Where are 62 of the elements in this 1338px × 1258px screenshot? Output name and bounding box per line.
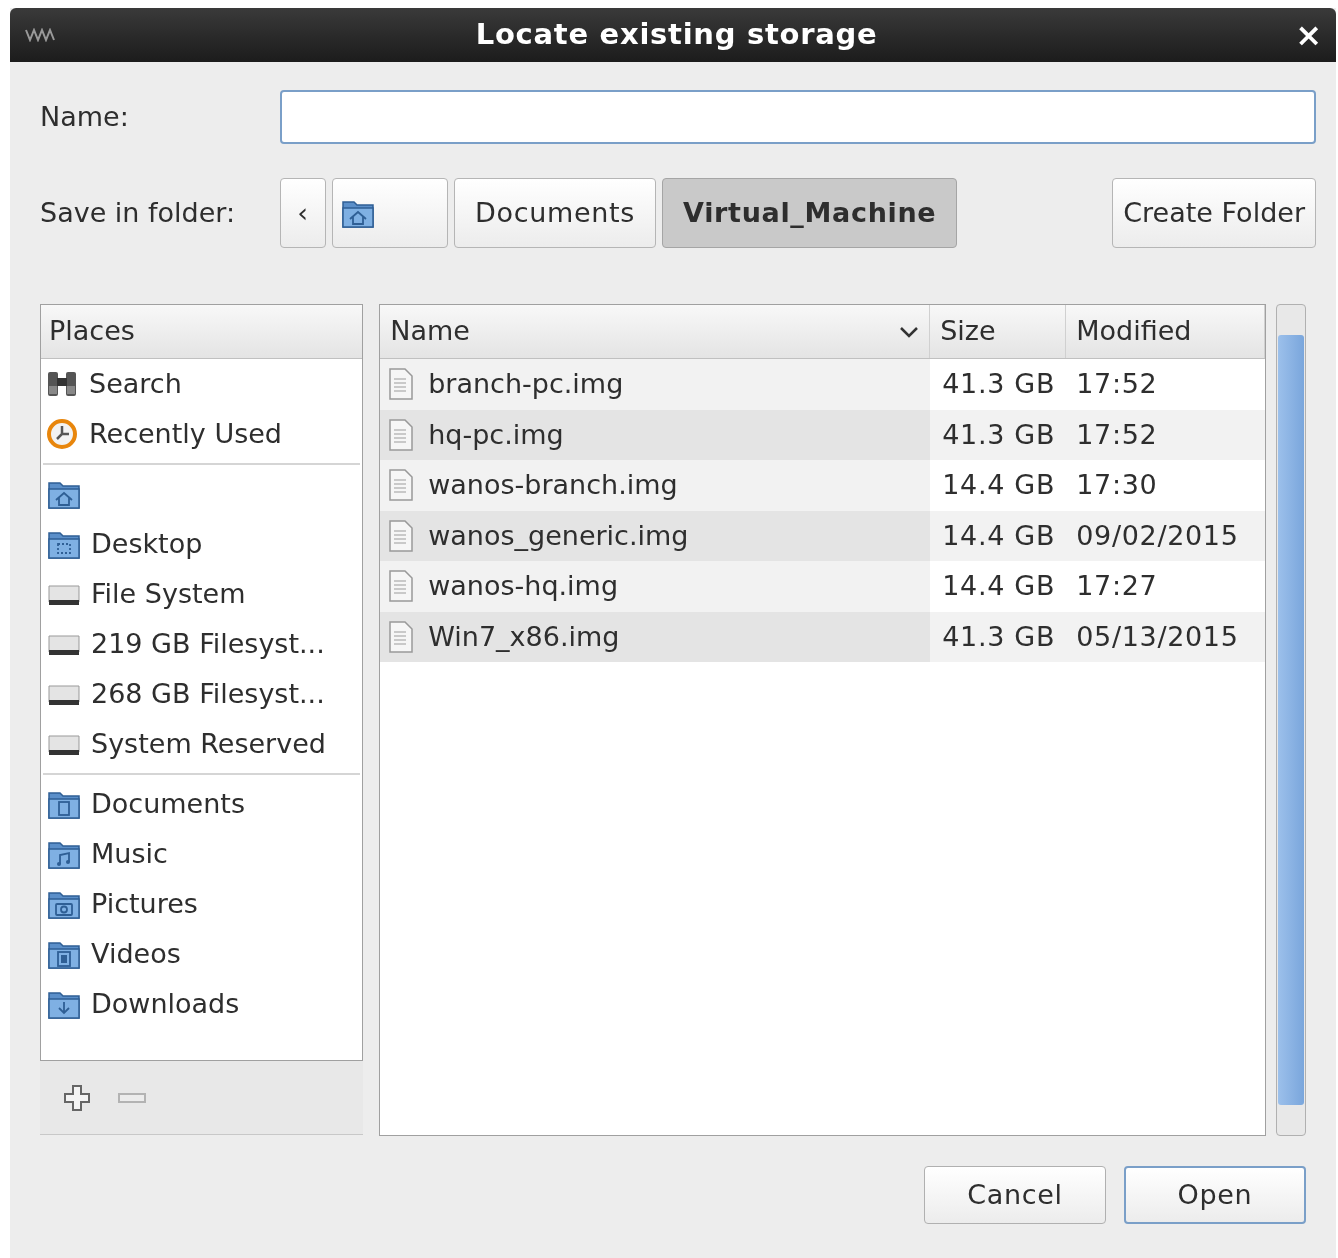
path-button[interactable]: Virtual_Machine <box>662 178 958 248</box>
file-size: 14.4 GB <box>941 569 1057 603</box>
app-icon <box>24 28 58 42</box>
file-size: 14.4 GB <box>941 518 1057 553</box>
places-header: Places <box>41 305 363 359</box>
file-icon <box>388 468 415 503</box>
save-in-folder-label: Save in folder: <box>40 195 237 230</box>
dialog-button[interactable]: Cancel <box>924 1166 1106 1224</box>
place-item[interactable]: Music <box>43 829 361 879</box>
place-item[interactable]: Documents <box>43 779 361 829</box>
place-item[interactable]: File System <box>43 569 361 619</box>
file-size: 41.3 GB <box>941 619 1057 654</box>
file-icon <box>388 569 415 604</box>
place-item[interactable]: Videos <box>43 929 361 979</box>
file-modified: 09/02/2015 <box>1075 518 1239 553</box>
file-modified: 05/13/2015 <box>1075 619 1239 654</box>
close-button[interactable]: × <box>1295 19 1322 51</box>
file-modified: 17:52 <box>1075 417 1158 452</box>
file-size: 14.4 GB <box>941 468 1057 502</box>
file-row[interactable]: wanos-hq.img 14.4 GB 17:27 <box>380 561 1266 612</box>
file-modified: 17:52 <box>1075 367 1158 401</box>
window-title: Locate existing storage <box>474 16 879 54</box>
column-header[interactable]: Modified <box>1066 305 1266 358</box>
column-header[interactable]: Name <box>380 305 931 358</box>
file-name: wanos-branch.img <box>428 468 678 502</box>
file-row[interactable]: Win7_x86.img 41.3 GB 05/13/2015 <box>380 611 1266 662</box>
place-item[interactable]: System Reserved <box>43 719 361 769</box>
column-header[interactable]: Size <box>930 305 1067 358</box>
place-item[interactable]: 219 GB Filesyst... <box>43 619 361 669</box>
file-row[interactable]: wanos-branch.img 14.4 GB 17:30 <box>380 460 1266 511</box>
place-item[interactable]: Pictures <box>43 879 361 929</box>
file-size: 41.3 GB <box>941 367 1057 401</box>
file-icon <box>388 417 415 452</box>
file-name: wanos-hq.img <box>428 569 619 603</box>
file-modified: 17:27 <box>1075 569 1158 603</box>
file-row[interactable]: hq-pc.img 41.3 GB 17:52 <box>380 409 1266 460</box>
add-button[interactable] <box>62 1082 92 1113</box>
file-modified: 17:30 <box>1075 468 1158 502</box>
name-label: Name: <box>40 99 130 134</box>
file-row[interactable]: wanos_generic.img 14.4 GB 09/02/2015 <box>380 510 1266 561</box>
chevron-down-icon <box>899 325 920 338</box>
file-name: wanos_generic.img <box>428 518 689 553</box>
place-item[interactable]: Desktop <box>43 519 361 569</box>
file-name: branch-pc.img <box>428 367 624 401</box>
path-button[interactable]: Documents <box>454 178 657 248</box>
file-name: hq-pc.img <box>428 417 564 452</box>
file-icon <box>388 367 415 402</box>
back-button[interactable]: ‹ <box>280 178 326 248</box>
file-name: Win7_x86.img <box>428 619 620 654</box>
file-icon <box>388 619 415 654</box>
file-icon <box>388 518 415 553</box>
clock-icon <box>45 418 79 450</box>
name-field[interactable] <box>280 90 1316 144</box>
file-size: 41.3 GB <box>941 417 1057 452</box>
home-path-button[interactable] <box>332 178 448 248</box>
place-item[interactable]: Downloads <box>43 979 361 1029</box>
place-item[interactable]: 268 GB Filesyst... <box>43 669 361 719</box>
dialog-button[interactable]: Open <box>1124 1166 1306 1224</box>
place-item[interactable]: Search <box>41 359 363 409</box>
place-item[interactable]: Recently Used <box>41 409 363 459</box>
file-row[interactable]: branch-pc.img 41.3 GB 17:52 <box>380 359 1266 410</box>
create-folder-button[interactable]: Create Folder <box>1112 178 1316 248</box>
